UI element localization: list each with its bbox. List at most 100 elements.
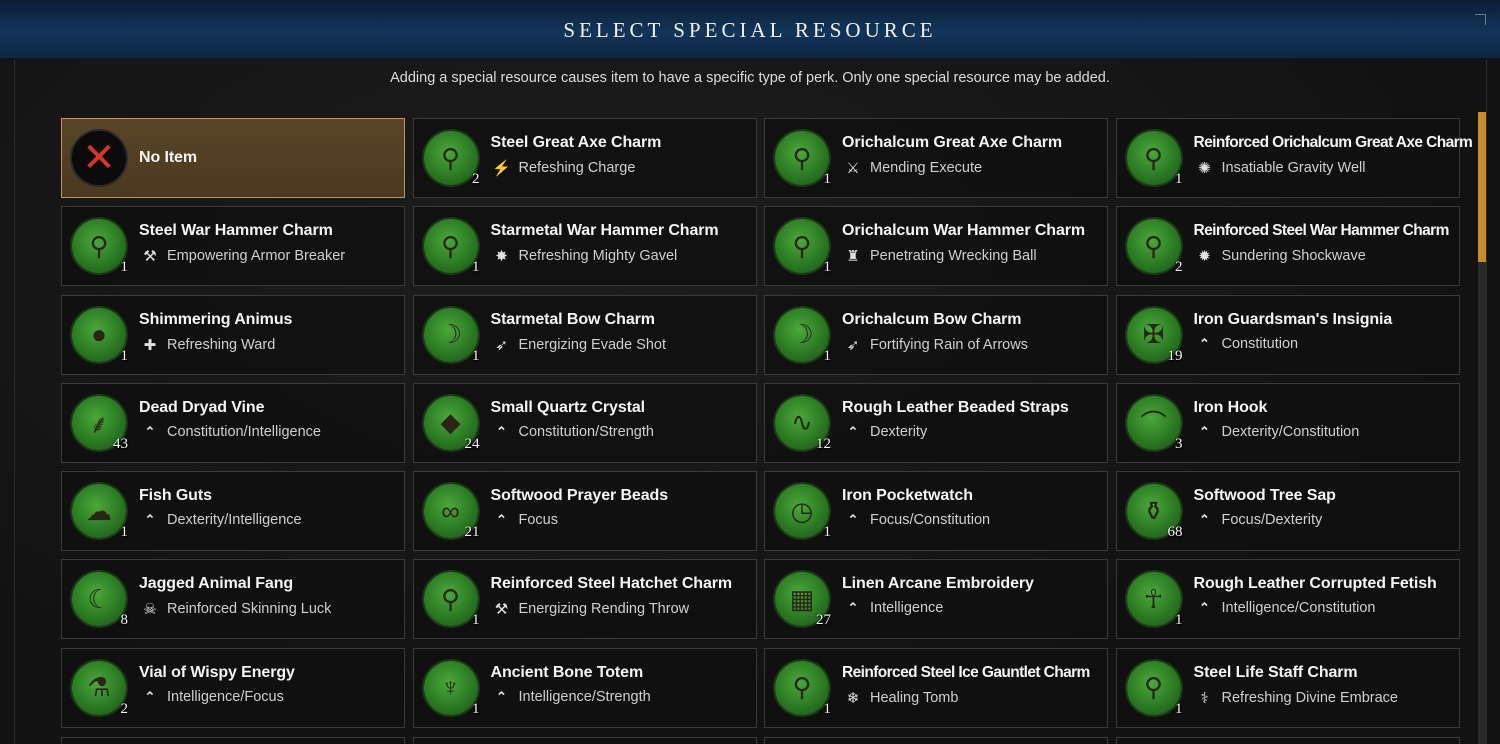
perk-line: ⌃ Constitution/Intelligence [139,424,321,440]
resource-card[interactable]: ⚗ 2 Vial of Wispy Energy ⌃ Intelligence/Focu… [61,647,405,728]
resource-card[interactable]: ✕ No Item [61,118,405,198]
scrollbar[interactable] [1478,112,1486,744]
fetish-icon: ☥ [1143,583,1164,614]
resource-card[interactable]: ⚲ 1 Reinforced Steel Ice Gauntlet Charm ❄ He… [764,647,1108,728]
perk-label: Energizing Evade Shot [518,336,667,353]
perk-line: ❄ Healing Tomb [842,689,959,707]
title-bar: SELECT SPECIAL RESOURCE [0,0,1500,59]
resource-name: No Item [139,149,197,166]
resource-card[interactable]: ⚲ 1 Orichalcum Great Axe Charm ⚔ Mending Exe… [764,118,1108,198]
resource-icon-slot: ⚲ 1 [775,660,831,717]
attribute-chevron-icon: ⌃ [847,600,859,616]
resource-name: Orichalcum Bow Charm [842,310,1022,328]
perk-line: ✹ Sundering Shockwave [1194,247,1366,265]
perk-line: ➶ Fortifying Rain of Arrows [842,336,1028,354]
resource-card[interactable]: ⸙ 43 Dead Dryad Vine ⌃ Constitution/Intellig… [61,382,405,463]
resource-card[interactable]: ☽ 1 Starmetal Bow Charm ➶ Energizing Evade S… [412,294,757,375]
resource-card[interactable]: ♆ 1 Ancient Bone Totem ⌃ Intelligence/Streng… [412,647,757,728]
hatchet-charm-icon: ⚲ [440,583,461,614]
resource-name: Vial of Wispy Energy [139,663,295,681]
perk-label: Refreshing Divine Embrace [1221,689,1399,706]
scrollbar-thumb[interactable] [1478,112,1486,262]
fish-guts-icon: ☁ [86,495,112,526]
perk-label: Refreshing Ward [167,336,276,353]
quantity-badge: 2 [472,171,480,187]
perk-label: Intelligence [870,600,944,617]
resource-name: Reinforced Steel Hatchet Charm [490,575,733,593]
perk-line: ⌃ Constitution [1194,336,1298,352]
resource-card[interactable]: ⚲ 1 Orichalcum War Hammer Charm ♜ Penetratin… [764,206,1108,287]
resource-card[interactable]: ⚲ 1 Steel War Hammer Charm ⚒ Empowering Armo… [61,206,405,287]
resource-icon-slot: ◆ 24 [423,395,480,452]
life-staff-icon: ⚕ [1200,689,1209,707]
hammer-charm-icon: ⚲ [89,230,109,261]
pocketwatch-icon: ◷ [790,495,814,526]
axe-charm-icon: ⚲ [440,142,461,173]
perk-label: Constitution/Strength [518,423,654,440]
resource-grid: ✕ No Item ⚲ 2 Steel Great Axe Charm ⚡ Refeshin… [61,118,1473,728]
quantity-badge: 12 [816,435,831,452]
attribute-chevron-icon: ⌃ [496,688,507,704]
resource-name: Rough Leather Corrupted Fetish [1193,575,1437,593]
resource-card[interactable]: ☾ 8 Jagged Animal Fang ☠ Reinforced Skinning… [61,559,405,640]
resource-card[interactable]: ● 1 Shimmering Animus ✚ Refreshing Ward [61,294,405,375]
resource-icon-slot: ◷ 1 [775,484,832,541]
resource-card[interactable]: ⚲ 1 Starmetal War Hammer Charm ✸ Refreshing … [412,206,757,287]
resource-icon-slot: ⸙ 43 [72,395,128,452]
resource-name: Orichalcum War Hammer Charm [842,222,1086,240]
perk-label: Mending Execute [870,160,983,176]
bow-shot-icon: ➶ [495,336,508,354]
resource-icon-slot: ☾ 8 [72,572,128,628]
resource-name: Iron Pocketwatch [842,487,973,505]
resource-card[interactable]: ⚲ 1 Reinforced Steel Hatchet Charm ⚒ Energiz… [412,559,757,640]
resource-name: Steel Great Axe Charm [490,134,662,151]
attribute-chevron-icon: ⌃ [1199,600,1210,616]
resource-card[interactable]: ⚱ 68 Softwood Tree Sap ⌃ Focus/Dexterity [1115,471,1460,552]
perk-label: Insatiable Gravity Well [1221,160,1366,176]
resource-card[interactable]: ☁ 1 Fish Guts ⌃ Dexterity/Intelligence [61,471,405,552]
resource-name: Reinforced Steel Ice Gauntlet Charm [842,663,1090,681]
resource-card[interactable]: ☥ 1 Rough Leather Corrupted Fetish ⌃ Intelli… [1115,559,1460,640]
quantity-badge: 1 [1175,612,1183,629]
charge-icon: ⚡ [492,160,511,177]
quantity-badge: 1 [472,612,480,629]
resource-card[interactable]: ⚲ 1 Steel Life Staff Charm ⚕ Refreshing Divi… [1115,647,1460,728]
resource-card[interactable]: ◆ 24 Small Quartz Crystal ⌃ Constitution/Str… [412,382,757,463]
resource-card[interactable]: ▦ 27 Linen Arcane Embroidery ⌃ Intelligence [764,559,1108,640]
perk-label: Refreshing Mighty Gavel [518,248,678,265]
resource-icon-slot: ⚲ 1 [423,219,480,275]
resource-icon-slot: ⚲ 1 [775,131,832,187]
resource-card[interactable]: ⌒ 3 Iron Hook ⌃ Dexterity/Constitution [1115,382,1460,463]
resource-card[interactable]: ⚲ 2 Reinforced Steel War Hammer Charm ✹ Sund… [1115,206,1460,287]
hammer-charm-icon: ⚲ [440,230,461,261]
perk-line: ⌃ Intelligence/Constitution [1194,600,1375,616]
bow-charm-icon: ☽ [438,319,463,350]
quantity-badge: 1 [1175,700,1183,717]
quantity-badge: 1 [823,171,832,187]
quantity-badge: 1 [823,524,832,541]
resource-name: Iron Hook [1193,398,1268,416]
perk-line: ⌃ Intelligence [842,600,944,617]
resource-card[interactable]: ⚲ 2 Steel Great Axe Charm ⚡ Refeshing Charge [412,118,757,198]
resource-card[interactable]: ∿ 12 Rough Leather Beaded Straps ⌃ Dexterity [764,382,1108,463]
perk-line: ⌃ Dexterity/Constitution [1194,423,1359,440]
attribute-chevron-icon: ⌃ [1199,423,1210,439]
resource-card[interactable]: ∞ 21 Softwood Prayer Beads ⌃ Focus [412,471,757,552]
perk-label: Intelligence/Strength [518,688,651,705]
resource-icon-slot: ● 1 [72,307,128,364]
resource-card[interactable]: ◷ 1 Iron Pocketwatch ⌃ Focus/Constitution [764,471,1108,552]
resource-name: Orichalcum Great Axe Charm [842,134,1063,151]
attribute-chevron-icon: ⌃ [144,423,156,439]
resource-icon-slot: ∿ 12 [775,395,831,452]
right-divider [1486,60,1487,744]
quantity-badge: 2 [120,700,129,717]
resource-card[interactable]: ⚲ 1 Reinforced Orichalcum Great Axe Charm ✺… [1115,118,1473,198]
resource-name: Jagged Animal Fang [139,575,294,593]
resource-card[interactable]: ☽ 1 Orichalcum Bow Charm ➶ Fortifying Rain o… [764,294,1108,375]
gavel-icon: ✸ [495,248,508,266]
attribute-chevron-icon: ⌃ [144,512,156,528]
attribute-chevron-icon: ⌃ [1199,512,1210,528]
resource-card[interactable]: ✠ 19 Iron Guardsman's Insignia ⌃ Constitutio… [1115,294,1460,375]
resource-icon-slot: ⌒ 3 [1126,395,1183,452]
next-row-peek [61,737,1461,744]
